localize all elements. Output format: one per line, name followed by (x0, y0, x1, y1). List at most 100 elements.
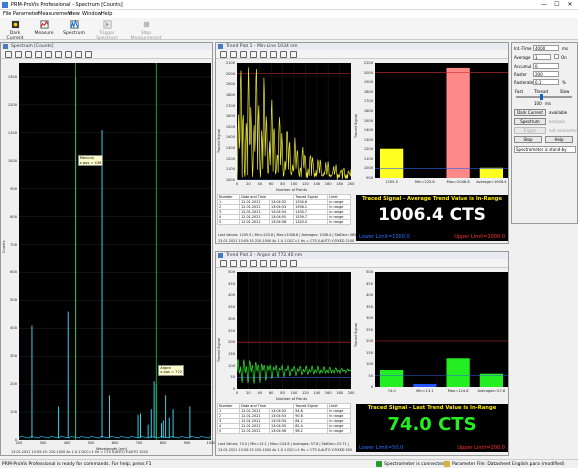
zoom-out-icon[interactable] (240, 260, 247, 267)
trend-1-y-tick: 1900 (225, 82, 235, 87)
autoscale-icon[interactable] (260, 51, 267, 58)
print-icon[interactable] (270, 260, 277, 267)
trend-1-table: Number Date and Time Traced Signal Limit… (216, 194, 351, 225)
maximize-button[interactable]: ☐ (551, 1, 563, 9)
rastered-unit: % (562, 80, 566, 85)
spectrum-chart-svg[interactable] (18, 63, 212, 441)
close-button[interactable]: ✕ (564, 1, 576, 9)
minimize-button[interactable]: — (538, 1, 550, 9)
trend-1-bar-svg[interactable] (375, 63, 508, 178)
bar-2[interactable] (446, 67, 470, 178)
trend-2-bar-y-tick: 100 (366, 362, 373, 366)
menu-help[interactable]: Help (101, 11, 112, 17)
spectrum-marker-label[interactable]: Argon x pos = 772 (158, 364, 185, 376)
spectrometer-state: Spectrometer is stand-by (514, 146, 576, 153)
dark-current-icon (11, 20, 19, 29)
spectrum-y-tick: 1100 (7, 130, 17, 135)
export-icon[interactable] (290, 51, 297, 58)
trend-1-y-tick: 2000 (225, 71, 235, 76)
speed-slider-thumb[interactable] (540, 94, 543, 100)
trend-1-line-plot[interactable] (236, 63, 352, 181)
pan-icon[interactable] (250, 51, 257, 58)
trend-2-y-tick: 500 (228, 270, 235, 274)
menu-window[interactable]: Window (82, 11, 102, 17)
int-time-input[interactable]: 4000 (533, 45, 559, 51)
spectrum-x-tick: 600 (111, 441, 119, 445)
raster-input[interactable]: 200 (533, 71, 559, 77)
print-icon[interactable] (55, 51, 62, 58)
cursor-icon[interactable] (220, 51, 227, 58)
average-on-checkbox[interactable] (554, 54, 559, 59)
zoom-out-icon[interactable] (25, 51, 32, 58)
spectrum-baseline (18, 436, 212, 439)
copy-icon[interactable] (280, 260, 287, 267)
measure-button[interactable]: Measure (30, 19, 58, 39)
trend-1-line-svg[interactable] (236, 63, 352, 181)
trend-1-x-tick: 40 (257, 182, 263, 186)
trigger-panel-button[interactable]: Trigger (514, 127, 546, 134)
stop-panel-button[interactable]: Stop (514, 136, 542, 143)
settings-icon[interactable] (85, 51, 92, 58)
autoscale-icon[interactable] (45, 51, 52, 58)
spectrum-panel-button[interactable]: Spectrum (514, 118, 546, 125)
trend-2-bar-plot[interactable] (375, 272, 508, 387)
export-icon[interactable] (290, 260, 297, 267)
copy-icon[interactable] (65, 51, 72, 58)
table-cell: 13:04:56 (268, 428, 295, 434)
average-on-label: On (561, 55, 567, 60)
table-row[interactable]: 5 12.01.2021 13:04:56 98.2 in range (216, 428, 351, 434)
trend-2-bar-y-tick: 150 (366, 350, 373, 355)
export-icon[interactable] (75, 51, 82, 58)
trend-2-bar-y-tick: 300 (366, 316, 373, 320)
accumul-input[interactable]: 0 (533, 63, 559, 69)
bar-0[interactable] (379, 148, 404, 178)
trend-1-xlabel: Number of Points (276, 188, 307, 192)
marker-value: x pos = 772 (160, 370, 183, 375)
zoom-icon[interactable] (230, 260, 237, 267)
trend-1-bar-plot[interactable] (375, 63, 508, 178)
speed-slider-track[interactable] (516, 96, 572, 98)
trigger-spectrum-button[interactable]: Trigger Spectrum (90, 19, 124, 41)
autoscale-icon[interactable] (260, 260, 267, 267)
bar-0[interactable] (379, 369, 404, 387)
stop-measurement-button[interactable]: Stop Measurement (126, 19, 166, 41)
spectrum-plot[interactable] (18, 63, 212, 441)
print-icon[interactable] (270, 51, 277, 58)
bar-2[interactable] (446, 358, 470, 387)
zoom-out-icon[interactable] (240, 51, 247, 58)
spectrum-y-tick: 700 (10, 242, 17, 247)
trend-2-line-svg[interactable] (236, 272, 352, 389)
trend-2-x-tick: 120 (301, 391, 309, 395)
rastered-input[interactable]: 0.1 (533, 79, 559, 85)
marker-value: x pos = 436 (79, 160, 102, 165)
spectrum-marker-label[interactable]: Mercury x pos = 436 (77, 155, 104, 167)
zoom-icon[interactable] (230, 51, 237, 58)
spectrum-y-tick: 300 (10, 354, 17, 359)
average-input[interactable]: 1 (533, 54, 551, 60)
cursor-icon[interactable] (220, 260, 227, 267)
bar-1[interactable] (413, 383, 437, 387)
dark-current-panel-button[interactable]: Dark Current (514, 109, 546, 116)
trend-1-titlebar: Trend Plot 1 - Min-Line 1034 nm (216, 43, 508, 50)
trend-2-bar-svg[interactable] (375, 272, 508, 387)
spectrum-y-tick: 1000 (7, 158, 17, 163)
pan-icon[interactable] (250, 260, 257, 267)
trend-1-y-tick: 1100 (225, 167, 235, 172)
cursor-icon[interactable] (5, 51, 12, 58)
trend-2-y-tick: 150 (228, 351, 235, 356)
dark-current-button[interactable]: Dark Current (2, 19, 28, 41)
help-panel-button[interactable]: Help (545, 136, 573, 143)
menu-view[interactable]: View (68, 11, 80, 17)
pan-icon[interactable] (35, 51, 42, 58)
menu-parameter[interactable]: Parameter (13, 11, 39, 17)
copy-icon[interactable] (280, 51, 287, 58)
bar-3[interactable] (479, 167, 504, 178)
spectrum-window-title: Spectrum [Counts] (11, 44, 54, 49)
trend-2-bar-y-tick: 450 (366, 281, 373, 286)
spectrum-button[interactable]: Spectrum (60, 19, 88, 39)
trend-2-x-tick: 100 (290, 391, 298, 395)
trend-2-line-plot[interactable] (236, 272, 352, 389)
zoom-icon[interactable] (15, 51, 22, 58)
table-row[interactable]: 5 12.01.2021 13:04:56 1320.0 in range (216, 219, 351, 225)
menu-file[interactable]: File (3, 11, 11, 17)
